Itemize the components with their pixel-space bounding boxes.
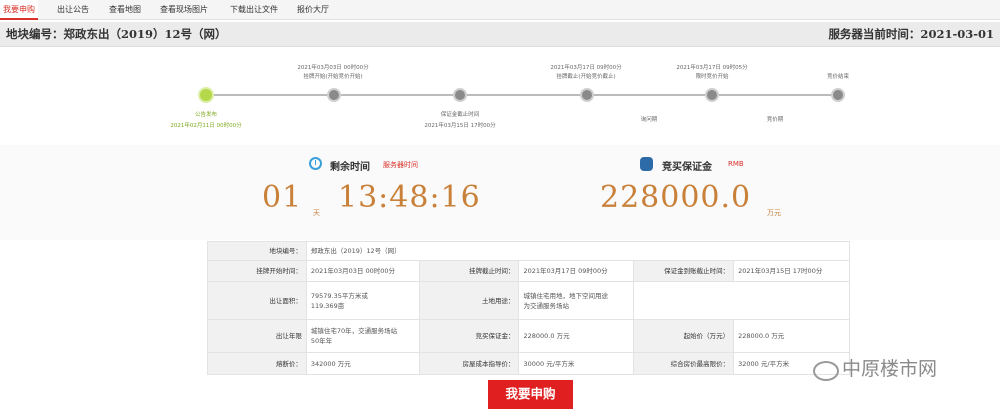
countdown-label: 剩余时间	[330, 162, 370, 173]
tab-site-photos[interactable]: 查看现场图片	[152, 0, 216, 20]
timeline-label-inquiry-period: 询问期	[640, 117, 658, 123]
use-line-2: 为交通服务场站	[523, 301, 569, 310]
timeline-node-listing-end	[580, 88, 594, 102]
timeline-label-deposit-deadline: 保证金截止时间	[440, 112, 480, 118]
info-label: 挂牌开始时间：	[207, 260, 307, 282]
timeline-node-bidding-end	[831, 88, 845, 102]
info-label: 土地用途：	[418, 281, 520, 320]
info-value: 228000.0 万元	[518, 319, 635, 353]
timeline-node-deposit-deadline	[453, 88, 467, 102]
countdown-section	[0, 145, 1000, 240]
watermark-text: 中原楼市网	[842, 358, 938, 380]
info-value: 228000.0 万元	[733, 319, 850, 353]
info-value: 342000 万元	[305, 352, 420, 375]
info-empty	[633, 281, 850, 320]
info-label: 保证金到账截止时间：	[633, 260, 735, 282]
info-value: 城镇住宅用地，地下空间用途 为交通服务场站	[518, 281, 635, 320]
use-line-1: 城镇住宅用地，地下空间用途	[523, 291, 608, 300]
timeline-label-listing-end-time: 2021年03月17日 09时00分	[550, 65, 622, 71]
server-time: 服务器当前时间：2021-03-01	[828, 27, 994, 41]
info-label: 地块编号：	[207, 241, 307, 261]
area-line-2: 119.369亩	[310, 301, 345, 310]
info-label: 出让年限	[207, 319, 307, 353]
clock-icon	[309, 157, 322, 170]
info-label: 挂牌截止时间：	[418, 260, 520, 282]
countdown-note: 服务器时间	[383, 161, 418, 169]
info-value: 2021年03月17日 09时00分	[518, 260, 635, 282]
tab-announcement[interactable]: 出让公告	[50, 0, 96, 20]
deposit-unit: 万元	[767, 209, 781, 217]
timeline-label-announcement: 公告发布	[194, 112, 218, 118]
timeline-label-timed-bidding: 限时竞价开始	[695, 74, 729, 80]
timeline-label-listing-end: 挂牌截止(开始竞价截止)	[556, 74, 616, 80]
info-value: 郑政东出（2019）12号（网）	[305, 241, 851, 261]
timeline-node-announcement	[198, 87, 214, 103]
term-line-1: 城镇住宅70年，交通服务场站	[310, 327, 398, 335]
info-label: 出让面积：	[207, 281, 307, 320]
timeline-label-announcement-time: 2021年02月11日 00时00分	[170, 123, 242, 129]
parcel-header: 地块编号：郑政东出（2019）12号（网） 服务器当前时间：2021-03-01	[0, 22, 1000, 47]
timeline-label-bidding-end: 竞价结束	[826, 74, 850, 80]
timeline-label-bidding-period: 竞价期	[766, 117, 784, 123]
countdown-time: 13:48:16	[338, 180, 481, 215]
tab-download-files[interactable]: 下载出让文件	[222, 0, 286, 20]
info-value: 2021年03月15日 17时00分	[733, 260, 850, 282]
area-line-1: 79579.35平方米或	[310, 291, 368, 300]
timeline-label-timed-bidding-time: 2021年03月17日 09时05分	[676, 65, 748, 71]
info-value: 2021年03月03日 00时00分	[305, 260, 420, 282]
info-label: 起始价（万元）	[633, 319, 735, 353]
info-value: 30000 元/平方米	[518, 352, 635, 375]
top-tab-bar: 我要申购 出让公告 查看地图 查看现场图片 下载出让文件 报价大厅	[0, 0, 1000, 20]
apply-button[interactable]: 我要申购	[488, 380, 573, 409]
wechat-icon	[813, 361, 839, 381]
timeline-label-deposit-deadline-time: 2021年03月15日 17时00分	[424, 123, 496, 129]
term-line-2: 50年年	[310, 337, 333, 345]
timeline-label-listing-start: 挂牌开始(开始竞价开始)	[303, 74, 363, 80]
parcel-info-table: 地块编号： 郑政东出（2019）12号（网） 挂牌开始时间： 2021年03月0…	[207, 241, 851, 375]
deposit-amount: 228000.0	[600, 180, 752, 215]
tab-apply[interactable]: 我要申购	[0, 0, 38, 20]
tab-map[interactable]: 查看地图	[103, 0, 147, 20]
countdown-days: 01	[262, 180, 303, 215]
info-value: 79579.35平方米或 119.369亩	[305, 281, 420, 320]
timeline-node-timed-bidding	[705, 88, 719, 102]
timeline-label-listing-start-time: 2021年03月03日 00时00分	[297, 65, 369, 71]
info-label: 房屋成本指导价：	[418, 352, 520, 375]
timeline-node-listing-start	[327, 88, 341, 102]
deposit-label: 竞买保证金	[662, 162, 712, 173]
coin-stack-icon	[640, 157, 653, 171]
info-label: 综合房价最高限价：	[633, 352, 735, 375]
countdown-day-unit: 天	[313, 209, 320, 217]
info-label: 竞买保证金：	[418, 319, 520, 353]
parcel-title: 地块编号：郑政东出（2019）12号（网）	[6, 27, 227, 41]
info-label: 熔断价：	[207, 352, 307, 375]
deposit-note: RMB	[728, 160, 744, 168]
tab-bidding-hall[interactable]: 报价大厅	[290, 0, 336, 20]
info-value: 城镇住宅70年，交通服务场站 50年年	[305, 319, 420, 353]
timeline-track	[205, 94, 838, 96]
